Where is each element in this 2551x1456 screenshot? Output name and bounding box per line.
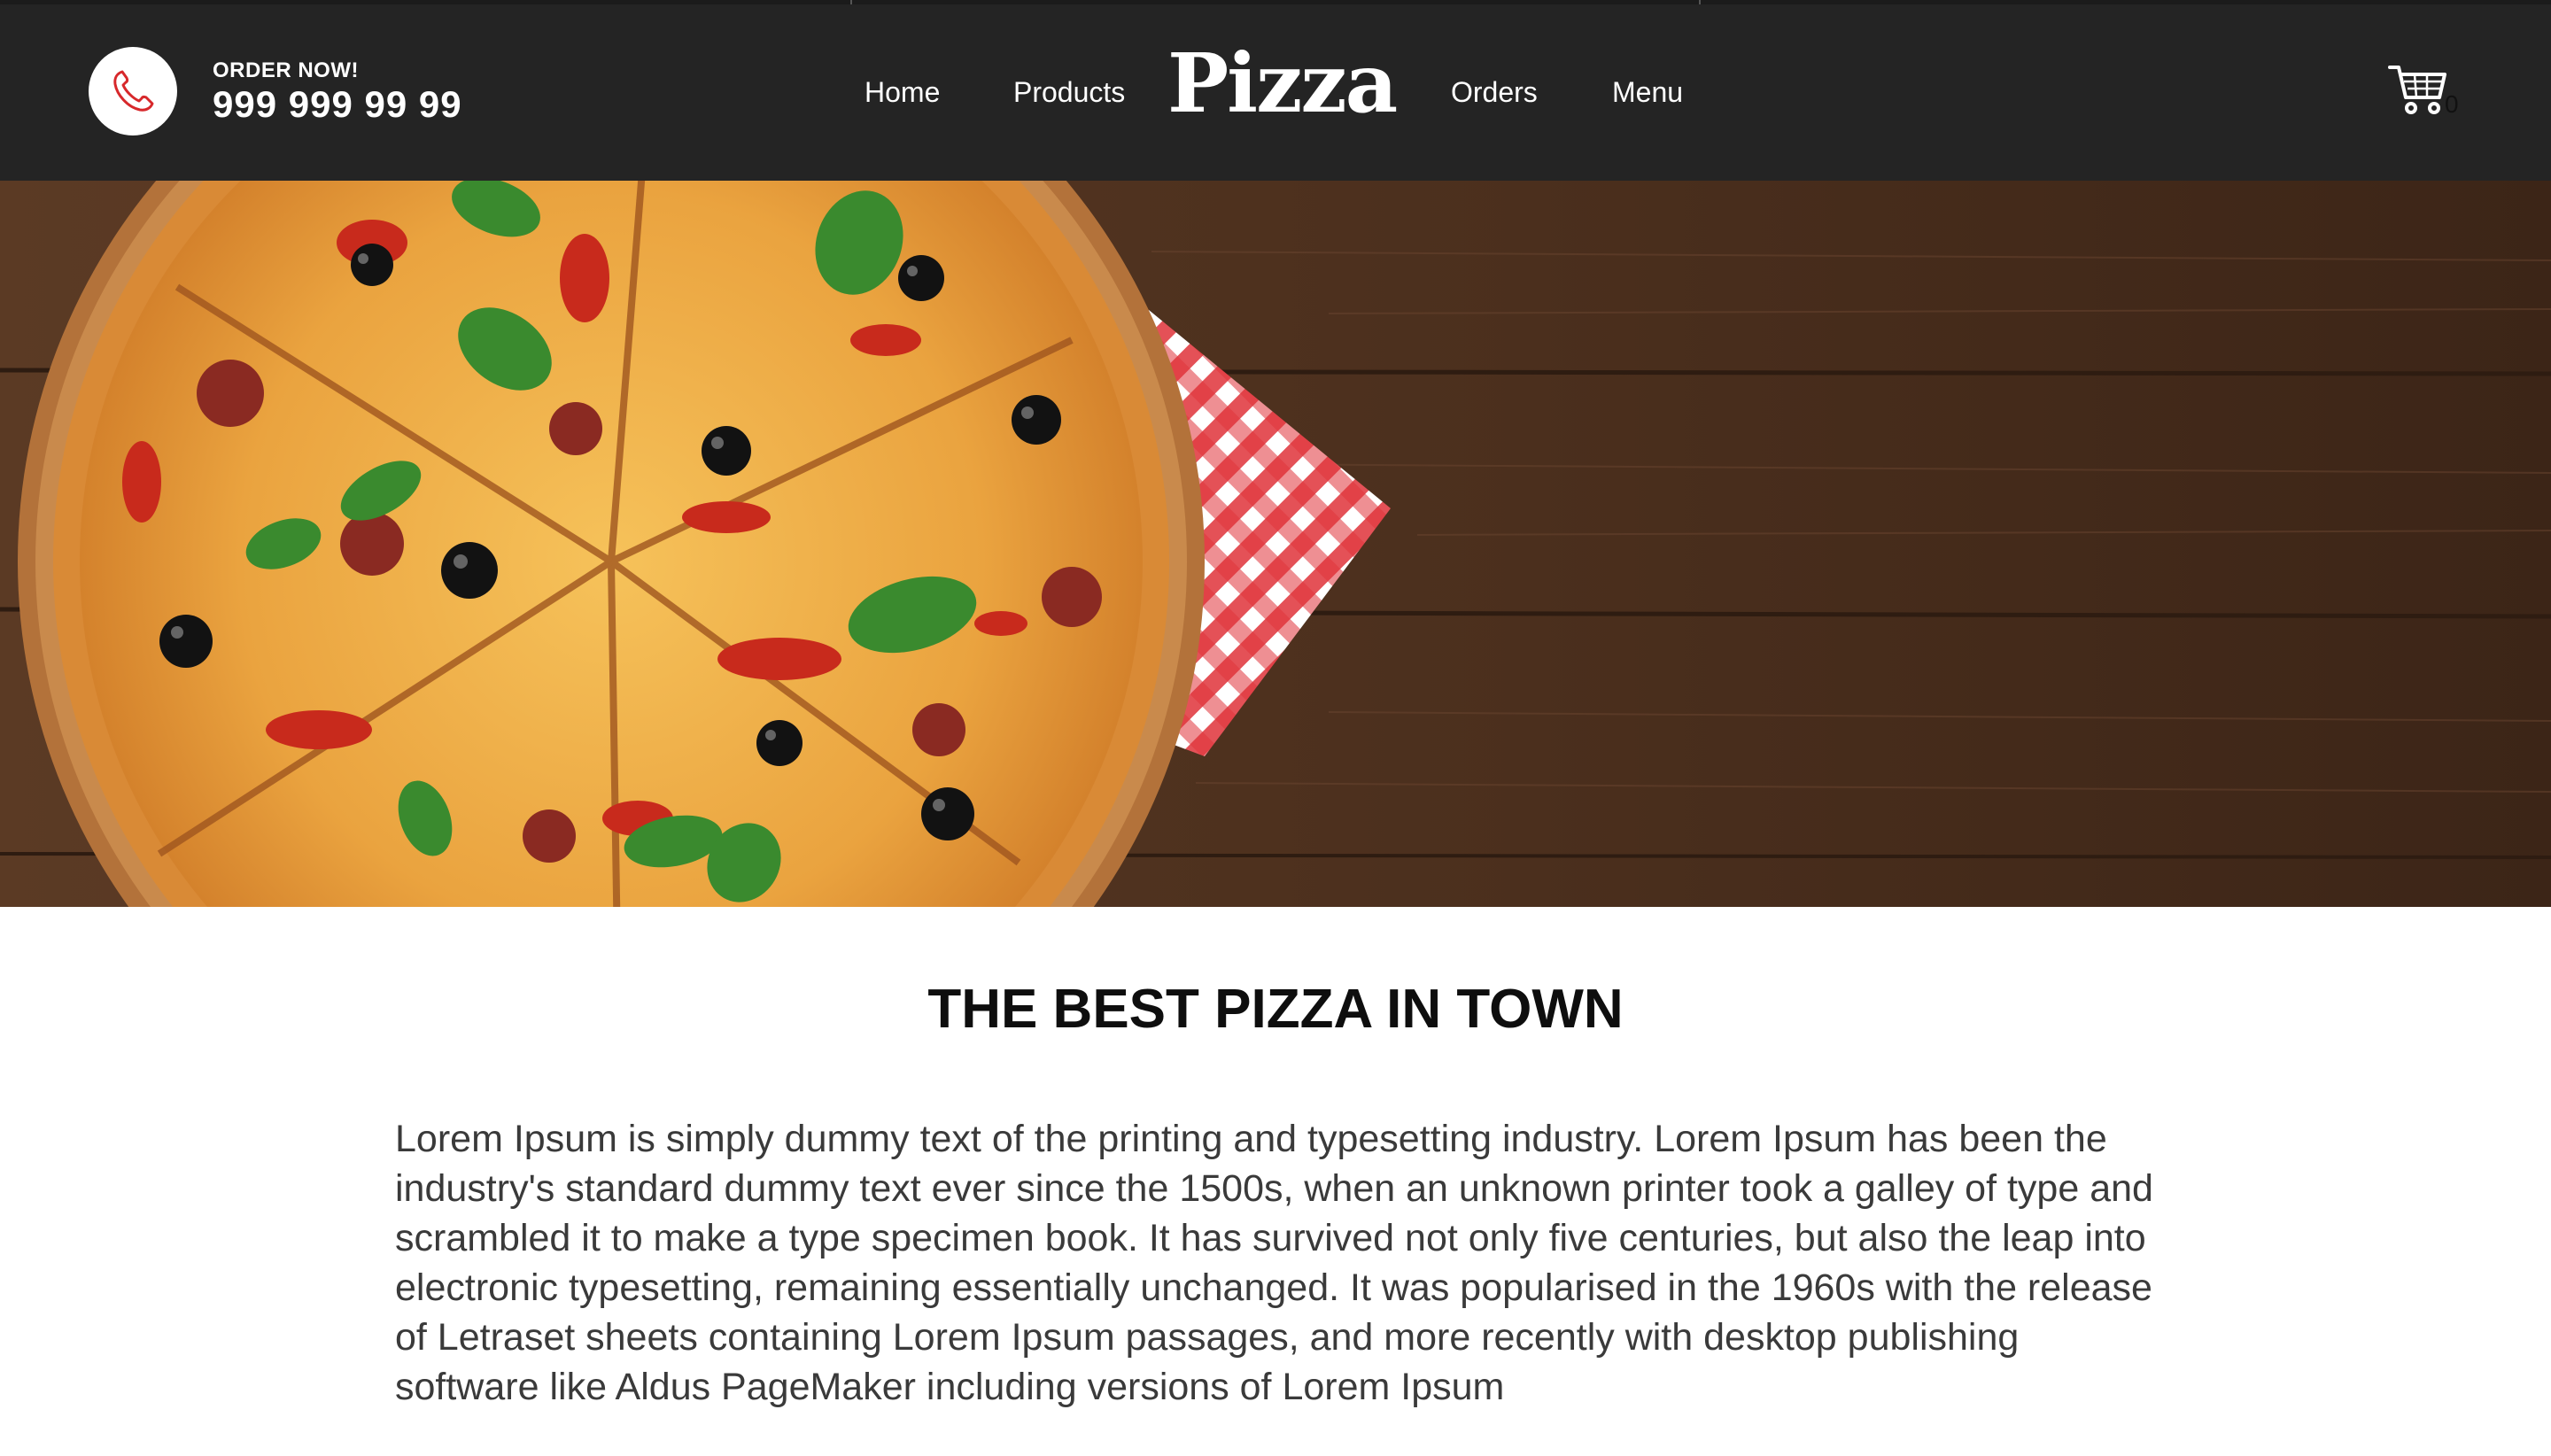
page-title: THE BEST PIZZA IN TOWN xyxy=(927,979,1624,1040)
phone-icon[interactable] xyxy=(89,47,177,136)
hero-image xyxy=(0,181,2551,907)
intro-paragraph: Lorem Ipsum is simply dummy text of the … xyxy=(395,1118,2153,1408)
site-header: ORDER NOW! 999 999 99 99 Home Products P… xyxy=(0,0,2551,181)
top-strip xyxy=(0,0,2551,4)
nav-home[interactable]: Home xyxy=(865,76,940,109)
pizza-on-table-illustration xyxy=(0,181,2551,907)
cart-icon[interactable] xyxy=(2388,62,2450,119)
nav-orders[interactable]: Orders xyxy=(1451,76,1538,109)
cart-count: 0 xyxy=(2445,90,2459,118)
nav-menu[interactable]: Menu xyxy=(1612,76,1683,109)
order-now-label: ORDER NOW! xyxy=(213,58,359,82)
brand-logo[interactable]: Pizza xyxy=(1167,43,1398,124)
nav-products[interactable]: Products xyxy=(1013,76,1125,109)
phone-number[interactable]: 999 999 99 99 xyxy=(213,83,462,126)
